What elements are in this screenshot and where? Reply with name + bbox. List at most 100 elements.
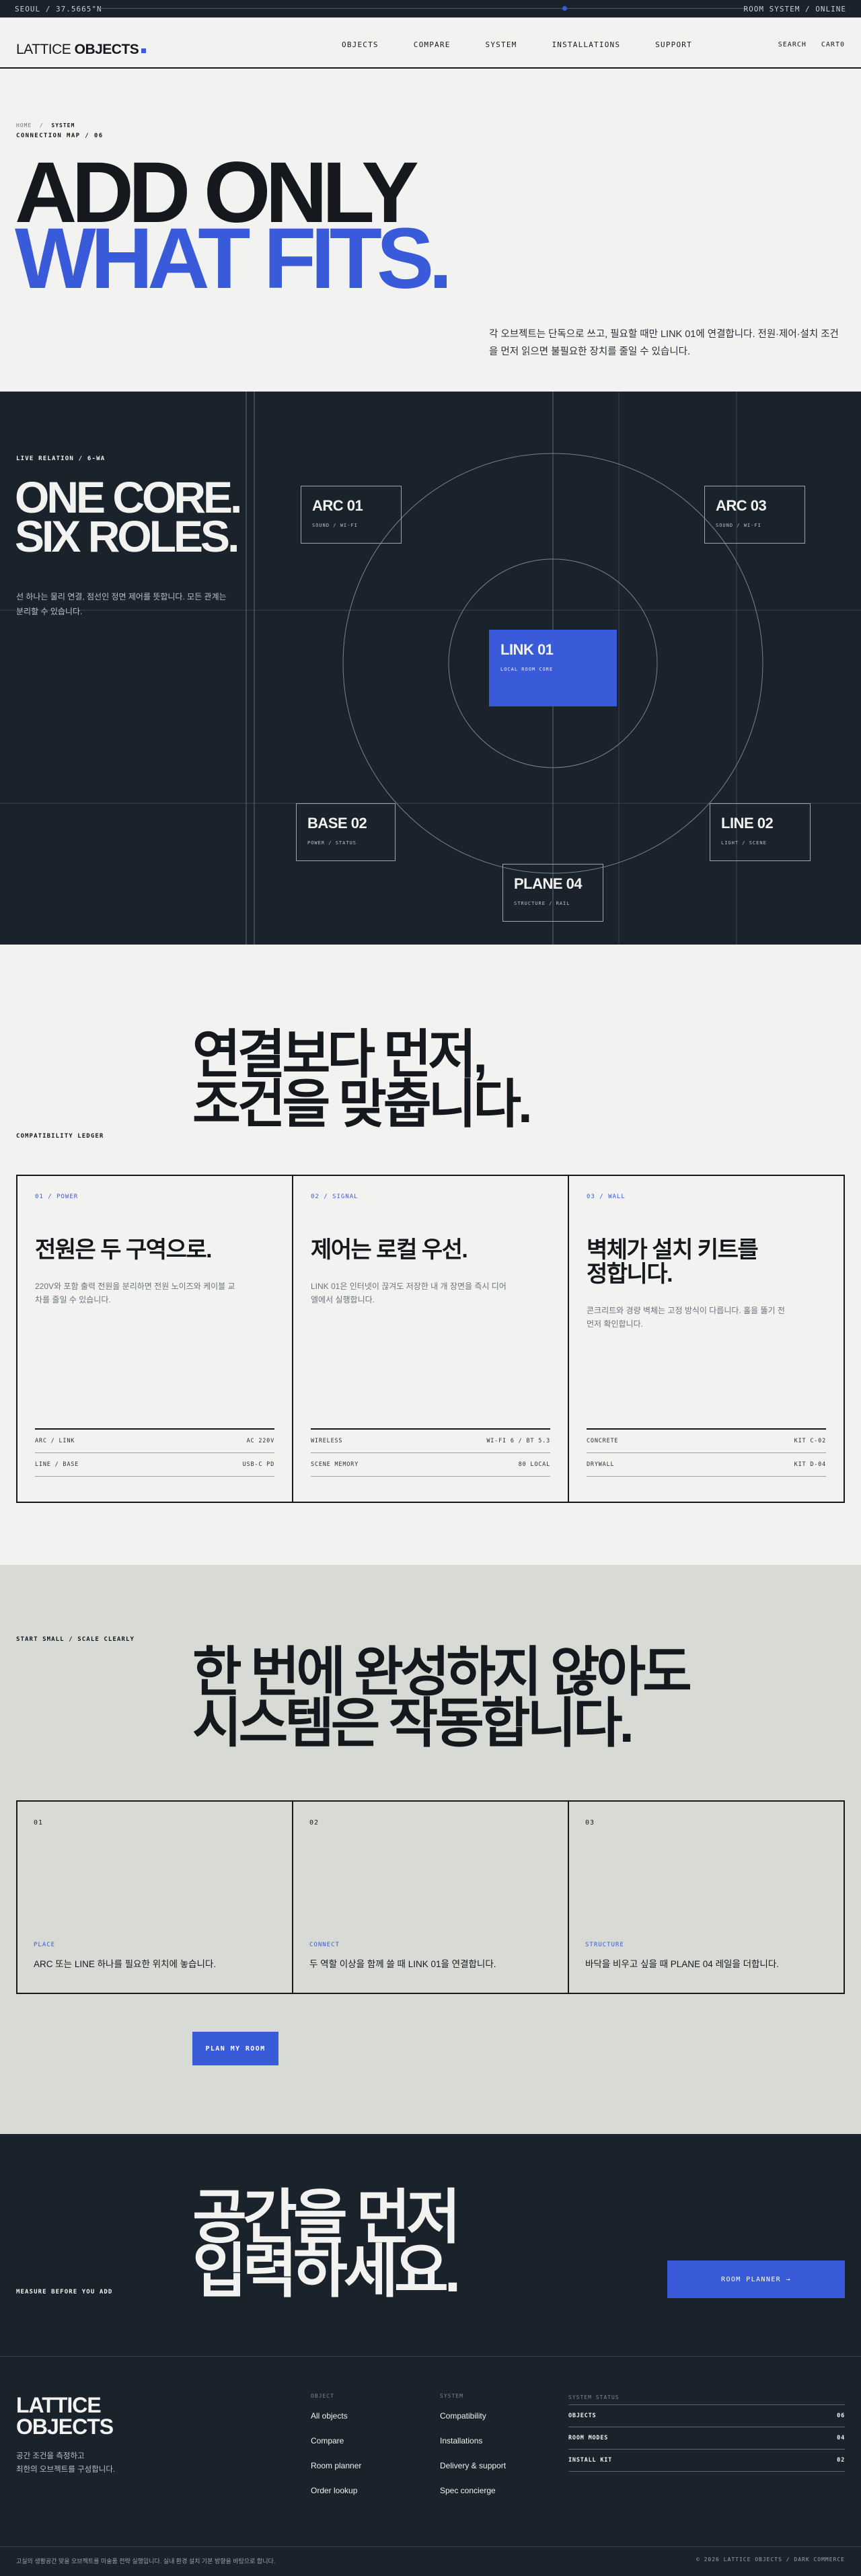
nav-compare[interactable]: COMPARE xyxy=(414,40,451,49)
small-title: 한 번에 완성하지 않아도 시스템은 작동합니다. xyxy=(192,1642,692,1753)
card-title: 벽체가 설치 키트를 정합니다. xyxy=(587,1237,759,1287)
search-button[interactable]: SEARCH xyxy=(778,41,807,48)
spec-row: SCENE MEMORY 80 LOCAL xyxy=(311,1453,550,1477)
node-line02[interactable]: LINE 02 LIGHT / SCENE xyxy=(710,803,811,861)
system-status: ROOM SYSTEM / ONLINE xyxy=(743,5,846,13)
node-link01[interactable]: LINK 01 LOCAL ROOM CORE xyxy=(489,630,617,706)
hero-title-line2: WHAT FITS. xyxy=(15,211,453,307)
card-title: 전원은 두 구역으로. xyxy=(35,1237,213,1263)
cart-button[interactable]: CART0 xyxy=(821,41,845,48)
card-power: 01 / POWER 전원은 두 구역으로. 220V와 포함 출력 전원을 분… xyxy=(17,1176,293,1502)
breadcrumb-current: SYSTEM xyxy=(51,122,75,128)
footer-logo[interactable]: LATTICE OBJECTS xyxy=(16,2394,114,2437)
footer-copyright: © 2026 LATTICE OBJECTS / DARK COMMERCE xyxy=(696,2556,845,2563)
node-subtitle: SOUND / WI-FI xyxy=(312,523,358,528)
nav-system[interactable]: SYSTEM xyxy=(486,40,517,49)
scroll-indicator xyxy=(562,6,567,11)
node-title: PLANE 04 xyxy=(514,875,583,892)
small-title-line1: 한 번에 완성하지 않아도 xyxy=(192,1642,692,1702)
location-readout: SEOUL / 37.5665°N xyxy=(15,4,102,13)
step-connect: 02 CONNECT 두 역할 이상을 함께 쓸 때 LINK 01을 연결합니… xyxy=(293,1802,569,1993)
step-number: 01 xyxy=(34,1819,44,1827)
footer-link-installations[interactable]: Installations xyxy=(440,2436,506,2445)
ledger-title-line1: 연결보다 먼저, xyxy=(192,1025,488,1084)
start-small-section: START SMALL / SCALE CLEARLY 한 번에 완성하지 않아… xyxy=(0,1565,861,2134)
spec-table: WIRELESS WI-FI 6 / BT 5.3 SCENE MEMORY 80 … xyxy=(311,1428,550,1477)
card-title: 제어는 로컬 우선. xyxy=(311,1237,468,1263)
plan-my-room-button[interactable]: PLAN MY ROOM xyxy=(192,2032,278,2065)
nav-objects[interactable]: OBJECTS xyxy=(342,40,379,49)
map-title-line2: SIX ROLES. xyxy=(15,511,239,561)
hero-subtitle: CONNECTION MAP / 06 xyxy=(16,133,104,139)
footer-col-system: SYSTEM Compatibility Installations Deliv… xyxy=(440,2393,506,2511)
card-text: 콘크리트와 경량 벽체는 고정 방식이 다릅니다. 홀을 뚫기 전 먼저 확인합… xyxy=(587,1306,785,1329)
hero-description: 각 오브젝트는 단독으로 쓰고, 필요할 때만 LINK 01에 연결합니다. … xyxy=(489,329,839,357)
small-title-line2: 시스템은 작동합니다. xyxy=(192,1693,634,1753)
node-base02[interactable]: BASE 02 POWER / STATUS xyxy=(296,803,396,861)
step-text: 두 역할 이상을 함께 쓸 때 LINK 01을 연결합니다. xyxy=(309,1959,496,1969)
cta-title: 공간을 먼저 입력하세요. xyxy=(192,2184,461,2301)
step-number: 03 xyxy=(585,1819,595,1827)
spec-table: ARC / LINK AC 220V LINE / BASE USB-C PD xyxy=(35,1428,274,1477)
footer-link-compatibility[interactable]: Compatibility xyxy=(440,2411,506,2421)
card-tag: 01 / POWER xyxy=(35,1193,79,1200)
step-text: 바닥을 비우고 싶을 때 PLANE 04 레일을 더합니다. xyxy=(585,1959,780,1969)
status-row: ROOM MODES 04 xyxy=(568,2427,845,2450)
footer-col-heading: SYSTEM xyxy=(440,2393,463,2399)
card-tag: 02 / SIGNAL xyxy=(311,1193,359,1200)
spec-row: ARC / LINK AC 220V xyxy=(35,1430,274,1453)
spec-table: CONCRETE KIT C-02 DRYWALL KIT D-04 xyxy=(587,1428,826,1477)
nav-installations[interactable]: INSTALLATIONS xyxy=(552,40,620,49)
footer-col-heading: OBJECT xyxy=(311,2393,334,2399)
scroll-track xyxy=(100,8,748,9)
compatibility-cards: 01 / POWER 전원은 두 구역으로. 220V와 포함 출력 전원을 분… xyxy=(16,1175,845,1503)
card-tag: 03 / WALL xyxy=(587,1193,626,1200)
ledger-kicker: COMPATIBILITY LEDGER xyxy=(16,1133,104,1140)
room-planner-button[interactable]: ROOM PLANNER → xyxy=(667,2260,845,2298)
breadcrumb: HOME / SYSTEM xyxy=(16,122,75,128)
footer-link-all-objects[interactable]: All objects xyxy=(311,2411,361,2421)
footer-link-delivery-support[interactable]: Delivery & support xyxy=(440,2461,506,2470)
logo-mark-icon xyxy=(141,48,147,53)
footer-link-compare[interactable]: Compare xyxy=(311,2436,361,2445)
node-plane04[interactable]: PLANE 04 STRUCTURE / RAIL xyxy=(502,864,603,922)
spec-row: DRYWALL KIT D-04 xyxy=(587,1453,826,1477)
ledger-title-line2: 조건을 맞춥니다. xyxy=(192,1074,533,1134)
spec-row: LINE / BASE USB-C PD xyxy=(35,1453,274,1477)
card-signal: 02 / SIGNAL 제어는 로컬 우선. LINK 01은 인터넷이 끊겨도… xyxy=(293,1176,569,1502)
node-arc03[interactable]: ARC 03 SOUND / WI-FI xyxy=(704,486,805,544)
node-title: LINE 02 xyxy=(721,815,774,832)
footer-link-room-planner[interactable]: Room planner xyxy=(311,2461,361,2470)
card-text: 220V와 포함 출력 전원을 분리하면 전원 노이즈와 케이블 교차를 줄일 … xyxy=(35,1282,235,1304)
status-row: OBJECTS 06 xyxy=(568,2405,845,2427)
cta-kicker: MEASURE BEFORE YOU ADD xyxy=(16,2289,113,2295)
map-description: 선 하나는 물리 연결, 점선인 정면 제어를 뜻합니다. 모든 관계는 분리할… xyxy=(16,592,227,616)
status-row: INSTALL KIT 02 xyxy=(568,2450,845,2472)
cta-section: 공간을 먼저 입력하세요. MEASURE BEFORE YOU ADD ROO… xyxy=(0,2134,861,2356)
footer-bottom-bar: 고실의 생활공간 맞을 오브젝트를 미술품 전략 실행입니다. 실내 환경 설치… xyxy=(0,2546,861,2565)
hero-title: ADD ONLY WHAT FITS. xyxy=(15,150,453,307)
connection-map-section: LIVE RELATION / 6-WA ONE CORE. SIX ROLES… xyxy=(0,392,861,945)
compatibility-section: 연결보다 먼저, 조건을 맞춥니다. COMPATIBILITY LEDGER … xyxy=(0,945,861,1565)
page: SEOUL / 37.5665°N ROOM SYSTEM / ONLINE L… xyxy=(0,0,861,2576)
logo-bold: OBJECTS xyxy=(74,42,139,57)
footer-legal: 고실의 생활공간 맞을 오브젝트를 미술품 전략 실행입니다. 실내 환경 설치… xyxy=(16,2558,276,2565)
step-tag: STRUCTURE xyxy=(585,1942,624,1948)
footer-col-object: OBJECT All objects Compare Room planner … xyxy=(311,2393,361,2511)
footer-description: 공간 조건을 측정하고 최한의 오브젝트를 구성합니다. xyxy=(16,2452,116,2474)
breadcrumb-home[interactable]: HOME xyxy=(16,122,32,128)
cta-title-line1: 공간을 먼저 xyxy=(192,2184,461,2250)
card-wall: 03 / WALL 벽체가 설치 키트를 정합니다. 콘크리트와 경량 벽체는 … xyxy=(569,1176,844,1502)
footer-link-order-lookup[interactable]: Order lookup xyxy=(311,2486,361,2495)
node-title: ARC 01 xyxy=(312,497,363,514)
node-arc01[interactable]: ARC 01 SOUND / WI-FI xyxy=(301,486,402,544)
logo[interactable]: LATTICE OBJECTS xyxy=(16,42,147,58)
nav-support[interactable]: SUPPORT xyxy=(655,40,692,49)
step-tag: PLACE xyxy=(34,1942,56,1948)
node-subtitle: LOCAL ROOM CORE xyxy=(500,667,554,672)
small-kicker: START SMALL / SCALE CLEARLY xyxy=(16,1636,135,1643)
footer-link-spec-concierge[interactable]: Spec concierge xyxy=(440,2486,506,2495)
breadcrumb-sep: / xyxy=(39,122,44,128)
card-text: LINK 01은 인터넷이 끊겨도 저장한 내 개 장면을 즉시 디어엘에서 실… xyxy=(311,1282,507,1304)
top-status-strip: SEOUL / 37.5665°N ROOM SYSTEM / ONLINE xyxy=(0,0,861,17)
